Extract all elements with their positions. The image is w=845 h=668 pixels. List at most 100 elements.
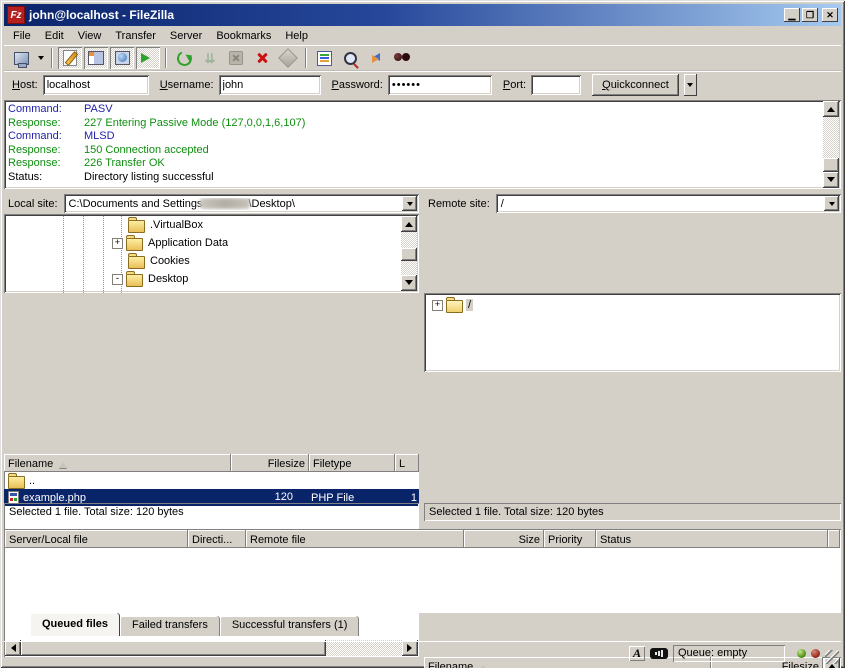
reconnect-button[interactable] [276,47,300,69]
scroll-up-button[interactable] [401,216,417,232]
menu-transfer[interactable]: Transfer [108,28,163,44]
tab-failed-transfers[interactable]: Failed transfers [120,616,220,636]
column-header-remote-file[interactable]: Remote file [246,530,464,548]
refresh-icon [174,48,193,67]
toggle-remote-treeview-button[interactable] [110,47,134,69]
collapse-icon[interactable]: - [112,274,123,285]
filters-button[interactable] [312,47,336,69]
filezilla-window: Fz john@localhost - FileZilla ▁ ❒ ✕ File… [0,0,845,668]
scrollbar-thumb[interactable] [401,248,417,261]
data-type-indicator-icon[interactable]: A [629,646,645,661]
tree-item-virtualbox[interactable]: .VirtualBox [4,216,401,234]
remote-site-combo[interactable]: / [496,194,841,213]
column-header-last-modified[interactable]: L [395,454,419,472]
minimize-button[interactable]: ▁ [784,8,800,22]
column-header-filesize[interactable]: Filesize [231,454,309,472]
binoculars-icon [394,53,410,63]
column-header-server-local-file[interactable]: Server/Local file [5,530,188,548]
tab-successful-transfers[interactable]: Successful transfers (1) [220,616,360,636]
column-header-size[interactable]: Size [464,530,544,548]
tree-item-application-data[interactable]: + Application Data [4,234,401,252]
column-header-priority[interactable]: Priority [544,530,596,548]
log-line: Command:MLSD [8,130,821,144]
local-treeview-icon [88,51,104,65]
column-header-status[interactable]: Status [596,530,828,548]
folder-icon [8,476,25,489]
scroll-down-button[interactable] [823,172,839,188]
column-header-filename[interactable]: Filename [4,454,231,472]
speed-limits-icon[interactable] [650,648,668,659]
local-site-combo[interactable]: C:\Documents and Settings\Desktop\ [64,194,419,213]
quickconnect-dropdown[interactable] [684,74,697,96]
maximize-button[interactable]: ❒ [802,8,818,22]
synchronized-browsing-button[interactable] [364,47,388,69]
site-manager-dropdown[interactable] [34,47,47,69]
local-directory-tree[interactable]: .VirtualBox + Application Data Cookies -… [4,214,419,293]
log-line: Status:Directory listing successful [8,171,821,185]
directory-comparison-button[interactable] [338,47,362,69]
log-line: Response:226 Transfer OK [8,157,821,171]
column-header-direction[interactable]: Directi... [188,530,246,548]
site-manager-button[interactable] [9,47,33,69]
chevron-down-icon [38,56,44,63]
file-row-parent-dir[interactable]: .. [4,472,419,489]
filter-icon [317,51,332,66]
find-files-button[interactable] [390,47,414,69]
remote-site-dropdown[interactable] [824,196,839,211]
local-tree-scrollbar[interactable] [401,216,417,291]
queue-body[interactable] [5,548,840,610]
remote-selection-status: Selected 1 file. Total size: 120 bytes [424,503,841,521]
cancel-icon [229,51,243,65]
expand-icon[interactable]: + [112,238,123,249]
menu-bookmarks[interactable]: Bookmarks [209,28,278,44]
resize-grip[interactable] [825,650,839,664]
tree-item-desktop[interactable]: - Desktop [4,270,401,288]
cancel-operation-button[interactable] [224,47,248,69]
password-input[interactable] [388,75,492,95]
expand-icon[interactable]: + [432,300,443,311]
remote-directory-tree[interactable]: + / [424,293,841,372]
username-input[interactable] [219,75,321,95]
close-button[interactable]: ✕ [822,8,838,22]
menu-file[interactable]: File [6,28,38,44]
scroll-down-button[interactable] [401,275,417,291]
menu-view[interactable]: View [71,28,109,44]
message-log[interactable]: Command:PASV Response:227 Entering Passi… [4,100,841,189]
local-site-dropdown[interactable] [402,196,417,211]
queue-tabs: Queued files Failed transfers Successful… [4,613,841,637]
log-line: Response:227 Entering Passive Mode (127,… [8,117,821,131]
folder-icon [128,220,145,233]
menu-edit[interactable]: Edit [38,28,71,44]
quickconnect-button[interactable]: Quickconnect [592,74,679,96]
local-site-label: Local site: [4,198,60,210]
host-input[interactable] [43,75,149,95]
port-input[interactable] [531,75,581,95]
username-label: Username: [160,79,214,91]
disconnect-button[interactable] [250,47,274,69]
port-label: Port: [503,79,526,91]
tree-item-cookies[interactable]: Cookies [4,252,401,270]
title-bar[interactable]: Fz john@localhost - FileZilla ▁ ❒ ✕ [4,4,841,26]
scroll-up-button[interactable] [823,101,839,117]
tab-queued-files[interactable]: Queued files [30,613,120,636]
remote-site-row: Remote site: / [424,193,841,214]
queue-status-panel: Queue: empty [673,645,785,662]
toggle-transfer-queue-button[interactable] [136,47,160,69]
tree-item-root[interactable]: + / [426,296,839,314]
menu-help[interactable]: Help [278,28,315,44]
local-list-header: Filename Filesize Filetype L [4,454,419,472]
activity-led-green-icon [797,649,806,658]
process-queue-button[interactable]: ⇊ [198,47,222,69]
status-bar: A Queue: empty [4,641,841,664]
reconnect-icon [278,48,298,68]
toolbar-separator [165,48,167,68]
scrollbar-thumb[interactable] [823,158,839,172]
host-label: Host: [12,79,38,91]
log-scrollbar[interactable] [823,101,839,188]
menu-server[interactable]: Server [163,28,209,44]
column-header-filetype[interactable]: Filetype [309,454,395,472]
toggle-local-treeview-button[interactable] [84,47,108,69]
toggle-message-log-button[interactable] [58,47,82,69]
refresh-button[interactable] [172,47,196,69]
toolbar: ⇊ [4,45,841,71]
